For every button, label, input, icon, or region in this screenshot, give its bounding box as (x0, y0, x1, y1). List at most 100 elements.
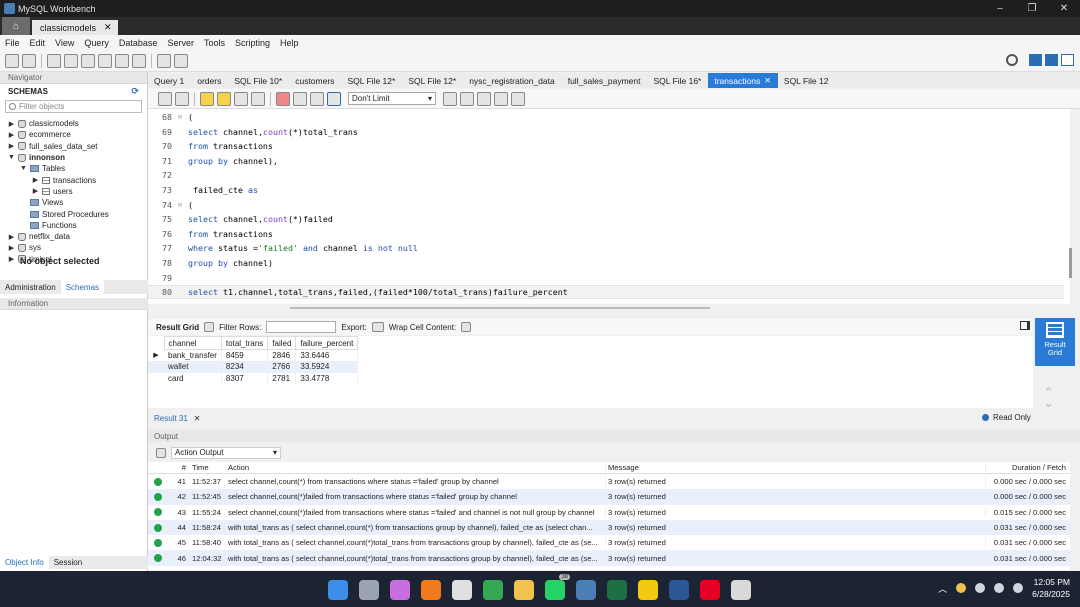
code-line[interactable]: 68 ⊖( (148, 110, 1064, 124)
excel-icon[interactable] (607, 580, 627, 600)
tray-app-icon[interactable] (956, 583, 967, 593)
media-icon[interactable] (452, 580, 472, 600)
query-tab[interactable]: SQL File 12* (341, 73, 402, 88)
vertical-scrollbar[interactable] (1069, 248, 1072, 278)
schema-inspector-icon[interactable] (47, 54, 61, 68)
column-header[interactable]: failed (267, 336, 297, 350)
refresh-icon[interactable]: ⟳ (131, 86, 139, 97)
open-sql-script-icon[interactable] (22, 54, 36, 68)
toggle-side-panel-icon[interactable] (1020, 321, 1030, 330)
find-icon[interactable] (477, 91, 491, 106)
clock[interactable]: 12:05 PM 6/28/2025 (1032, 576, 1070, 600)
word-icon[interactable] (669, 580, 689, 600)
tree-item[interactable]: ▼ Tables (0, 163, 147, 174)
col-duration[interactable]: Duration / Fetch (985, 463, 1070, 472)
tab-object-info[interactable]: Object Info (0, 556, 49, 569)
chrome-icon[interactable] (483, 580, 503, 600)
tab-administration[interactable]: Administration (0, 280, 61, 294)
expand-arrow-icon[interactable]: ▶ (8, 120, 15, 128)
menu-query[interactable]: Query (84, 38, 109, 48)
sql-editor[interactable]: 68 ⊖(69 select channel,count(*)total_trans… (148, 109, 1070, 304)
column-header[interactable]: failure_percent (295, 336, 359, 350)
battery-icon[interactable] (1013, 583, 1024, 593)
query-tab[interactable]: nysc_registration_data (463, 73, 562, 88)
code-line[interactable]: 72 (148, 168, 1064, 182)
table-cell[interactable]: bank_transfer (164, 349, 222, 361)
tree-item[interactable]: ▼ innonson (0, 152, 147, 163)
output-row[interactable]: 42 11:52:45 select channel,count(*)failed … (148, 489, 1070, 505)
copilot-icon[interactable] (390, 580, 410, 600)
fold-icon[interactable]: ⊖ (172, 113, 188, 121)
create-view-icon[interactable] (98, 54, 112, 68)
open-file-icon[interactable] (158, 91, 172, 106)
code-line[interactable]: 69 select channel,count(*)total_trans (148, 125, 1064, 139)
tree-item[interactable]: ▶ classicmodels (0, 118, 147, 129)
invisible-chars-icon[interactable] (494, 91, 508, 106)
query-tab[interactable]: SQL File 12 (778, 73, 836, 88)
menu-server[interactable]: Server (167, 38, 194, 48)
folder-icon[interactable] (514, 580, 534, 600)
output-row[interactable]: 46 12:04:32 with total_trans as ( select c… (148, 550, 1070, 566)
code-line[interactable]: 74 ⊖( (148, 198, 1064, 212)
horizontal-scrollbar[interactable] (290, 307, 710, 309)
expand-arrow-icon[interactable]: ▶ (8, 142, 15, 150)
close-tab-icon[interactable]: ✕ (764, 76, 771, 85)
whatsapp-icon[interactable]: 38 (545, 574, 570, 600)
expand-arrow-icon[interactable]: ▼ (20, 165, 27, 172)
grid-icon[interactable] (204, 322, 215, 332)
tree-item[interactable]: ▶ full_sales_data_set (0, 141, 147, 152)
wifi-icon[interactable] (975, 583, 986, 593)
result-grid-side-button[interactable]: Result Grid (1035, 318, 1075, 366)
expand-arrow-icon[interactable]: ▶ (8, 255, 15, 263)
table-cell[interactable]: card (164, 372, 222, 384)
code-line[interactable]: 71 group by channel), (148, 154, 1064, 168)
code-line[interactable]: 78 group by channel) (148, 256, 1064, 270)
chevron-up-icon[interactable]: ︿ (938, 582, 947, 595)
connection-tab[interactable]: classicmodels ✕ (32, 20, 118, 35)
table-cell[interactable]: 8307 (221, 372, 269, 384)
col-num[interactable]: # (168, 463, 190, 472)
query-tab[interactable]: SQL File 12* (402, 73, 463, 88)
home-tab[interactable]: ⌂ (2, 17, 30, 35)
table-cell[interactable]: 2766 (267, 361, 297, 373)
filter-rows-input[interactable] (266, 321, 337, 333)
query-tab[interactable]: SQL File 16* (647, 73, 708, 88)
powerbi-icon[interactable] (638, 580, 658, 600)
query-tab[interactable]: orders (191, 73, 228, 88)
fold-icon[interactable]: ⊖ (172, 201, 188, 209)
export-icon[interactable] (371, 322, 384, 332)
stop-icon[interactable] (251, 91, 265, 106)
column-header[interactable]: channel (163, 336, 222, 350)
output-row[interactable]: 43 11:55:24 select channel,count(*)failed … (148, 505, 1070, 520)
expand-arrow-icon[interactable]: ▶ (8, 233, 15, 241)
execute-current-icon[interactable] (217, 91, 231, 106)
menu-view[interactable]: View (55, 38, 74, 48)
column-header[interactable]: total_trans (220, 336, 269, 350)
table-row[interactable]: wallet 8234 2766 33.5924 (148, 361, 359, 373)
output-row[interactable]: 44 11:58:24 with total_trans as ( select c… (148, 519, 1070, 536)
expand-arrow-icon[interactable]: ▼ (8, 154, 15, 161)
windows-start-icon[interactable] (328, 580, 348, 600)
code-line[interactable]: 73 failed_cte as (148, 183, 1064, 197)
tree-item[interactable]: ▶ transactions (0, 174, 147, 185)
menu-database[interactable]: Database (119, 38, 158, 48)
close-icon[interactable]: ✕ (1048, 0, 1080, 17)
toggle-sidebar-icon[interactable] (1029, 54, 1042, 66)
filter-objects-field[interactable]: Filter objects (5, 100, 142, 113)
pinterest-icon[interactable] (700, 580, 720, 600)
search-table-data-icon[interactable] (157, 54, 171, 68)
commit-icon[interactable] (293, 91, 307, 106)
tab-schemas[interactable]: Schemas (60, 280, 105, 294)
restore-icon[interactable]: ❐ (1016, 0, 1048, 17)
firefox-icon[interactable] (421, 580, 441, 600)
expand-arrow-icon[interactable]: ▶ (8, 131, 15, 139)
output-row[interactable]: 45 11:58:40 with total_trans as ( select c… (148, 535, 1070, 550)
result-grid-label[interactable]: Result Grid (156, 323, 199, 332)
tree-item[interactable]: ▶ netflix_data (0, 231, 147, 242)
toggle-secondary-sidebar-icon[interactable] (1061, 54, 1074, 66)
table-cell[interactable]: 33.4778 (295, 372, 359, 384)
tree-item[interactable]: ▶ users (0, 186, 147, 197)
code-line[interactable]: 70 from transactions (148, 139, 1064, 153)
table-cell[interactable]: 2846 (267, 349, 297, 361)
create-function-icon[interactable] (132, 54, 146, 68)
